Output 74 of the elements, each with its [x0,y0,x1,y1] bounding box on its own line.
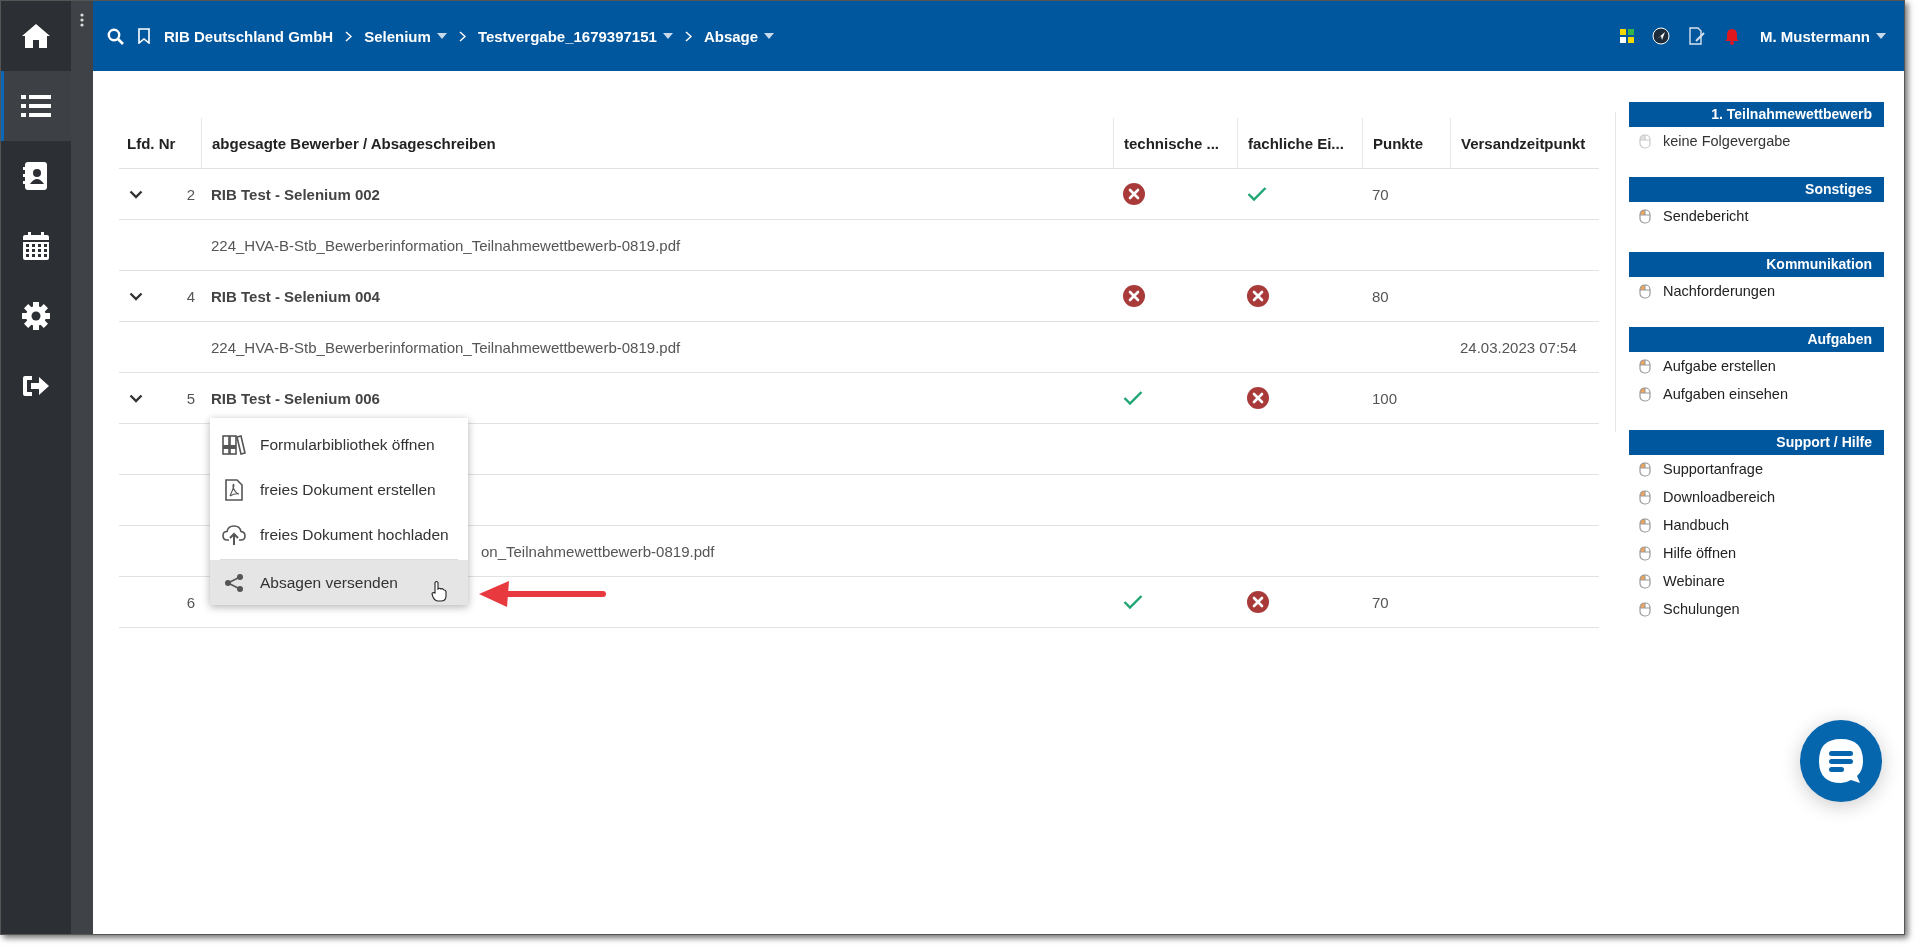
breadcrumb-link[interactable]: Absage [703,27,775,45]
bookmark-icon[interactable] [138,28,150,44]
cloud-upload-icon [222,523,246,546]
column-header: Versandzeitpunkt [1461,134,1586,152]
section-header: Kommunikation [1629,252,1884,277]
kebab-icon[interactable] [80,13,84,27]
caret-icon [764,33,775,39]
points-value: 100 [1372,389,1398,407]
file-link[interactable]: 224_HVA-B-Stb_Bewerberinformation_Teilnahmewettbewerb-0819.pdf [211,236,681,254]
menu-item[interactable]: freies Dokument hochladen [210,512,468,557]
navigation-circle-icon[interactable] [1652,27,1670,45]
points-value: 80 [1372,287,1389,305]
section-header: 1. Teilnahmewettbewerb [1629,102,1884,127]
caret-icon [662,33,673,39]
panel-link[interactable]: Aufgabe erstellen [1629,352,1884,380]
search-icon[interactable] [107,27,124,45]
panel-link[interactable]: Downloadbereich [1629,483,1884,511]
panel-link[interactable]: Schulungen [1629,595,1884,623]
row-number: 2 [186,185,195,203]
panel-link[interactable]: Handbuch [1629,511,1884,539]
chevron-right-icon [345,30,353,42]
menu-item[interactable]: Absagen versenden [210,560,468,605]
breadcrumb-link[interactable]: Selenium [364,27,447,45]
caret-icon [1876,33,1886,39]
chevron-down-icon[interactable] [129,189,143,199]
applicant-name: RIB Test - Selenium 006 [211,389,380,407]
row-number: 6 [186,593,195,611]
chevron-down-icon[interactable] [129,393,143,403]
points-value: 70 [1372,593,1389,611]
breadcrumb-link[interactable]: Testvergabe_1679397151 [477,27,673,45]
menu-item[interactable]: Formularbibliothek öffnen [210,422,468,467]
row-number: 4 [186,287,195,305]
breadcrumb-link[interactable]: RIB Deutschland GmbH [164,27,334,45]
row-number: 5 [186,389,195,407]
list-icon [21,94,51,118]
column-header: technische ... [1124,134,1220,152]
home-icon [21,23,51,49]
column-header: Punkte [1373,134,1423,152]
column-header: fachliche Ei... [1248,134,1344,152]
user-menu[interactable]: M. Mustermann [1760,27,1886,45]
panel-link[interactable]: Supportanfrage [1629,455,1884,483]
section-header: Sonstiges [1629,177,1884,202]
settings-icon [22,302,50,330]
panel-link[interactable]: Sendebericht [1629,202,1884,230]
points-value: 70 [1372,185,1389,203]
hand-cursor-icon [431,580,447,602]
file-link[interactable]: 224_HVA-B-Stb_Bewerberinformation_Teilnahmewettbewerb-0819.pdf [211,338,681,356]
tiles-icon[interactable] [1620,29,1634,43]
logout-icon [22,374,50,398]
chevron-right-icon [684,30,692,42]
section-header: Support / Hilfe [1629,430,1884,455]
document-edit-icon[interactable] [1688,27,1706,45]
share-icon [224,572,244,593]
column-header: abgesagte Bewerber / Absageschreiben [212,134,496,152]
sent-date: 24.03.2023 07:54 [1460,338,1577,356]
calendar-icon [23,232,49,260]
panel-link[interactable]: Aufgaben einsehen [1629,380,1884,408]
sidebar-item[interactable] [1,71,71,141]
panel-link[interactable]: Webinare [1629,567,1884,595]
applicant-name: RIB Test - Selenium 004 [211,287,380,305]
menu-item[interactable]: freies Dokument erstellen [210,467,468,512]
pdf-file-icon [225,478,243,501]
contact-card-icon [23,162,49,190]
file-link[interactable]: on_Teilnahmewettbewerb-0819.pdf [481,542,715,560]
column-header: Lfd. Nr [127,134,176,152]
caret-icon [436,33,447,39]
panel-link[interactable]: Nachforderungen [1629,277,1884,305]
applicant-name: RIB Test - Selenium 002 [211,185,380,203]
chevron-right-icon [458,30,466,42]
chevron-down-icon[interactable] [129,291,143,301]
section-header: Aufgaben [1629,327,1884,352]
panel-link[interactable]: Hilfe öffnen [1629,539,1884,567]
chat-button[interactable] [1800,720,1882,802]
binders-icon [222,434,246,455]
